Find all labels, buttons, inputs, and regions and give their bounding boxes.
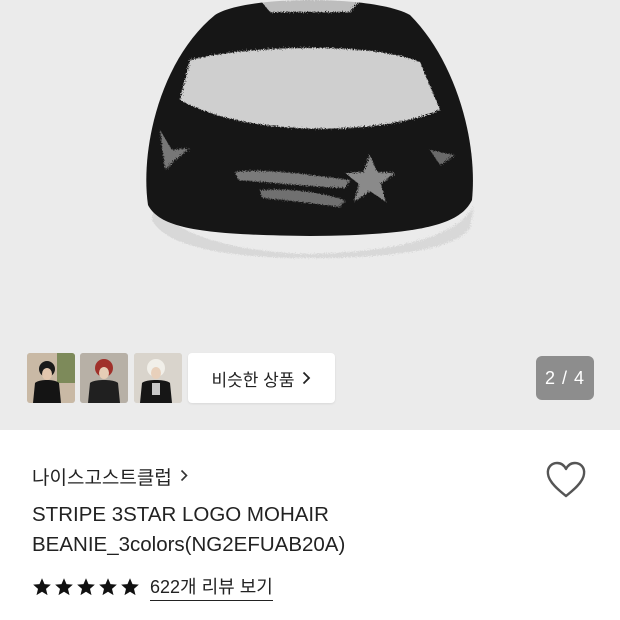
similar-products-label: 비슷한 상품 [211, 370, 295, 390]
thumbnail-2[interactable] [80, 353, 128, 403]
star-filled-icon [77, 578, 95, 596]
rating-row: 622개 리뷰 보기 [32, 573, 273, 601]
product-title-line-1: STRIPE 3STAR LOGO MOHAIR [32, 503, 329, 526]
rating-stars [32, 577, 140, 597]
product-info: 나이스고스트클럽 STRIPE 3STAR LOGO MOHAIR BEANIE… [0, 430, 620, 620]
star-filled-icon [33, 578, 51, 596]
thumbnail-3[interactable] [134, 353, 182, 403]
star-filled-icon [99, 578, 117, 596]
thumbnail-1[interactable] [27, 353, 75, 403]
chevron-right-icon [180, 466, 188, 488]
product-image-gallery[interactable]: 비슷한 상품 2 / 4 [0, 0, 620, 430]
brand-link[interactable]: 나이스고스트클럽 [32, 463, 188, 490]
similar-products-button[interactable]: 비슷한 상품 [188, 353, 335, 403]
star-filled-icon [121, 578, 139, 596]
heart-outline-icon[interactable] [545, 461, 587, 499]
review-link[interactable]: 622개 리뷰 보기 [150, 573, 273, 601]
chevron-right-icon [302, 371, 311, 385]
star-filled-icon [55, 578, 73, 596]
product-title: STRIPE 3STAR LOGO MOHAIR BEANIE_3colors(… [32, 500, 532, 560]
product-title-line-2: BEANIE_3colors(NG2EFUAB20A) [32, 533, 346, 556]
brand-name: 나이스고스트클럽 [32, 468, 172, 489]
image-pager: 2 / 4 [536, 356, 594, 400]
